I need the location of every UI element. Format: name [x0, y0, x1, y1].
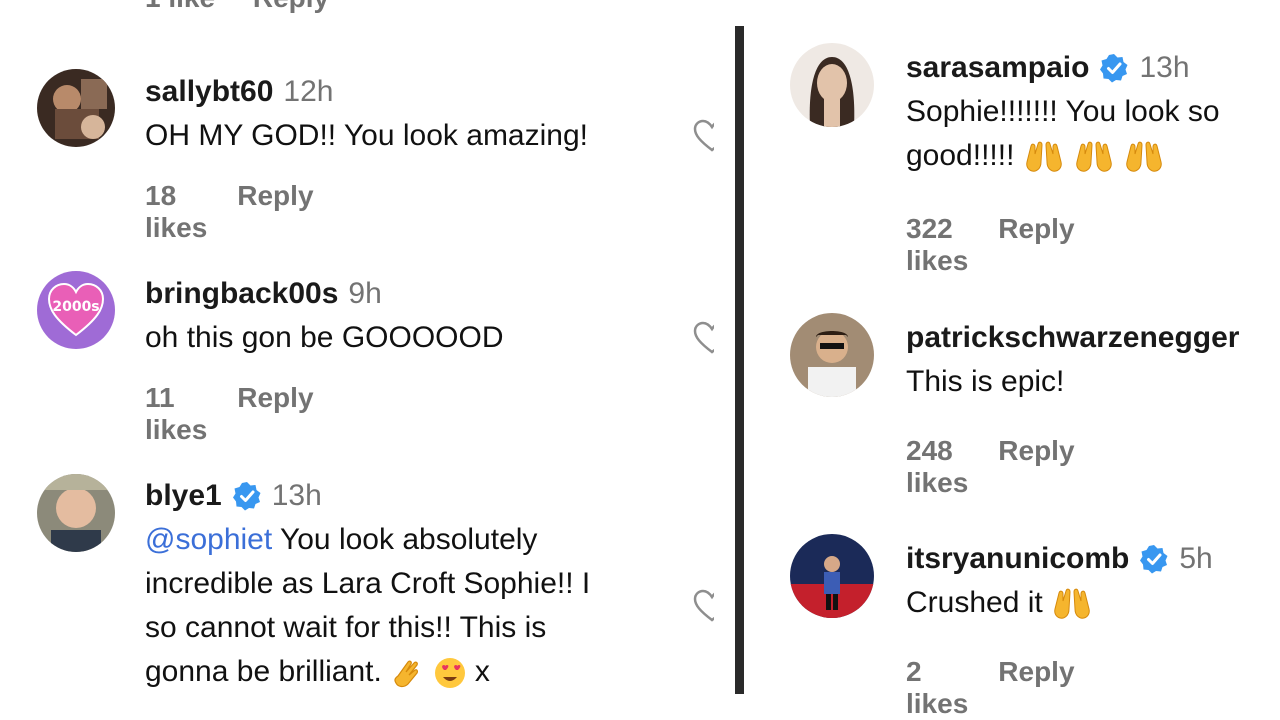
- comment-line: good!!!!!: [906, 134, 1220, 178]
- avatar-sallybt60[interactable]: [37, 69, 115, 147]
- comment-line: gonna be brilliant. x: [145, 650, 590, 694]
- comment-meta: 18 likes Reply: [145, 180, 314, 244]
- comment-text: This is epic!: [906, 365, 1065, 398]
- timestamp: 12h: [283, 75, 334, 108]
- right-comments-pane: sarasampaio 13h Sophie!!!!!!! You look s…: [744, 0, 1280, 720]
- svg-text:2000s: 2000s: [52, 299, 99, 315]
- comment-meta: 322 likes Reply: [906, 213, 1075, 277]
- previous-comment-meta: 1 like Reply: [145, 0, 329, 14]
- reply-button[interactable]: Reply: [237, 180, 313, 244]
- heart-icon[interactable]: [692, 589, 714, 623]
- left-comments-pane: 1 like Reply sallybt60 12h OH MY GOD!! Y…: [0, 0, 736, 720]
- likes-count[interactable]: 18 likes: [145, 180, 207, 244]
- raising-hands-emoji-icon: [1073, 140, 1115, 174]
- verified-badge-icon: [1099, 53, 1129, 83]
- previous-likes[interactable]: 1 like: [145, 0, 215, 13]
- comment-line: so cannot wait for this!! This is: [145, 611, 547, 644]
- heart-icon[interactable]: [692, 119, 714, 153]
- username[interactable]: sallybt60: [145, 70, 273, 114]
- comment-line: Crushed it: [906, 581, 1213, 625]
- heart-eyes-emoji-icon: [433, 656, 467, 690]
- username[interactable]: itsryanunicomb: [906, 537, 1129, 581]
- avatar-sarasampaio[interactable]: [790, 43, 874, 127]
- comment-line: @sophiet You look absolutely: [145, 523, 538, 556]
- raising-hands-emoji-icon: [1051, 587, 1093, 621]
- username[interactable]: blye1: [145, 474, 222, 518]
- username[interactable]: patrickschwarzenegger: [906, 316, 1239, 360]
- raising-hands-emoji-icon: [1023, 140, 1065, 174]
- likes-count[interactable]: 248 likes: [906, 435, 968, 499]
- username[interactable]: bringback00s: [145, 272, 338, 316]
- timestamp: 9h: [348, 277, 382, 310]
- reply-button[interactable]: Reply: [998, 656, 1074, 720]
- likes-count[interactable]: 11 likes: [145, 382, 207, 446]
- reply-button[interactable]: Reply: [998, 213, 1074, 277]
- comment-meta: 11 likes Reply: [145, 382, 314, 446]
- verified-badge-icon: [1139, 544, 1169, 574]
- comment-text: OH MY GOD!! You look amazing!: [145, 119, 588, 152]
- heart-icon[interactable]: [692, 321, 714, 355]
- comment-line: incredible as Lara Croft Sophie!! I: [145, 567, 591, 600]
- comment-meta: 248 likes Reply: [906, 435, 1075, 499]
- likes-count[interactable]: 322 likes: [906, 213, 968, 277]
- timestamp: 13h: [1139, 51, 1190, 84]
- pane-divider: [735, 26, 744, 694]
- raising-hands-emoji-icon: [1123, 140, 1165, 174]
- timestamp: 13h: [271, 479, 322, 512]
- verified-badge-icon: [232, 481, 262, 511]
- reply-button[interactable]: Reply: [998, 435, 1074, 499]
- reply-button[interactable]: Reply: [237, 382, 313, 446]
- mention-link[interactable]: @sophiet: [145, 523, 272, 556]
- avatar-bringback00s[interactable]: 2000s: [37, 271, 115, 349]
- username[interactable]: sarasampaio: [906, 46, 1089, 90]
- clapping-hands-emoji-icon: [390, 656, 424, 690]
- comment-meta: 2 likes Reply: [906, 656, 1075, 720]
- avatar-patrickschwarzenegger[interactable]: [790, 313, 874, 397]
- avatar-itsryanunicomb[interactable]: [790, 534, 874, 618]
- timestamp: 5h: [1179, 542, 1213, 575]
- previous-reply-button[interactable]: Reply: [253, 0, 329, 13]
- comment-line: Sophie!!!!!!! You look so: [906, 95, 1220, 128]
- avatar-blye1[interactable]: [37, 474, 115, 552]
- comment-text: oh this gon be GOOOOOD: [145, 321, 504, 354]
- likes-count[interactable]: 2 likes: [906, 656, 968, 720]
